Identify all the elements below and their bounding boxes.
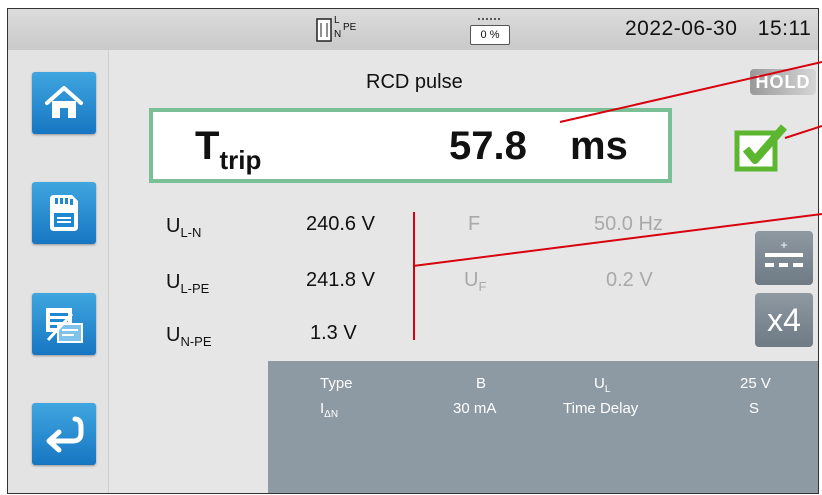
date-text: 2022-06-30	[625, 17, 738, 40]
svg-text:+: +	[780, 238, 787, 252]
param-idn-sub: ΔN	[324, 409, 339, 420]
param-delay-label: Time Delay	[563, 400, 639, 417]
polarity-button[interactable]: +	[755, 231, 813, 285]
ttrip-unit: ms	[570, 124, 628, 168]
multiplier-button[interactable]: x4	[755, 293, 813, 347]
fault-voltage-label: UF	[464, 269, 486, 294]
report-button[interactable]	[32, 293, 96, 355]
uf-label-main: U	[464, 269, 479, 291]
unpe-value: 1.3 V	[310, 322, 357, 344]
ttrip-value: 57.8	[449, 124, 527, 168]
instrument-screen: L N PE 0 % 2022-06-30 15:11 RCD pulse HO…	[7, 8, 819, 494]
back-button[interactable]	[32, 403, 96, 465]
battery-percent: 0 %	[470, 25, 510, 45]
datetime: 2022-06-30 15:11	[625, 15, 811, 43]
column-divider	[413, 212, 415, 340]
unpe-label: UN-PE	[166, 324, 212, 349]
param-ul-main: U	[594, 375, 605, 392]
ttrip-label-main: T	[195, 124, 220, 168]
battery-icon: 0 %	[466, 15, 512, 45]
parameters-panel[interactable]: Type B UL 25 V IΔN 30 mA Time Delay S	[268, 361, 818, 493]
page-title: RCD pulse	[366, 71, 463, 93]
wiring-l-label: L	[334, 15, 340, 26]
home-button[interactable]	[32, 72, 96, 134]
unpe-label-sub: N-PE	[180, 334, 212, 349]
ttrip-label-sub: trip	[219, 145, 262, 175]
param-ul-value: 25 V	[740, 375, 771, 392]
fault-voltage-value: 0.2 V	[606, 269, 653, 291]
param-type-label: Type	[320, 375, 353, 392]
report-icon	[44, 304, 84, 344]
frequency-value: 50.0 Hz	[594, 213, 663, 235]
param-idn-label: IΔN	[320, 400, 338, 420]
result-display: Ttrip 57.8 ms	[149, 108, 672, 183]
ulpe-value: 241.8 V	[306, 269, 375, 291]
hold-indicator: HOLD	[750, 69, 816, 95]
param-ul-sub: L	[604, 384, 611, 395]
memory-button[interactable]	[32, 182, 96, 244]
uln-label-sub: L-N	[180, 225, 202, 240]
param-type-value: B	[476, 375, 487, 392]
sd-card-icon	[48, 193, 80, 233]
check-pass-icon	[734, 123, 790, 173]
wiring-pe-label: PE	[343, 22, 357, 33]
sidebar	[8, 50, 109, 493]
unpe-label-main: U	[166, 324, 181, 346]
uln-label: UL-N	[166, 215, 201, 240]
uf-label-sub: F	[478, 279, 487, 294]
multiplier-label: x4	[767, 301, 801, 338]
ulpe-label-main: U	[166, 271, 181, 293]
back-icon	[43, 415, 85, 453]
ttrip-label: Ttrip	[195, 122, 261, 184]
ulpe-label-sub: L-PE	[180, 281, 210, 296]
dc-polarity-icon: +	[761, 236, 807, 281]
wiring-n-label: N	[334, 29, 342, 40]
ulpe-label: UL-PE	[166, 271, 209, 296]
home-icon	[44, 85, 84, 121]
uln-label-main: U	[166, 215, 181, 237]
frequency-label: F	[468, 213, 481, 235]
wiring-connection-icon: L N PE	[314, 15, 374, 45]
param-idn-value: 30 mA	[453, 400, 497, 417]
uln-value: 240.6 V	[306, 213, 375, 235]
param-delay-value: S	[749, 400, 760, 417]
param-ul-label: UL	[594, 375, 610, 395]
time-text: 15:11	[757, 17, 812, 40]
status-bar: L N PE 0 % 2022-06-30 15:11	[8, 9, 818, 50]
